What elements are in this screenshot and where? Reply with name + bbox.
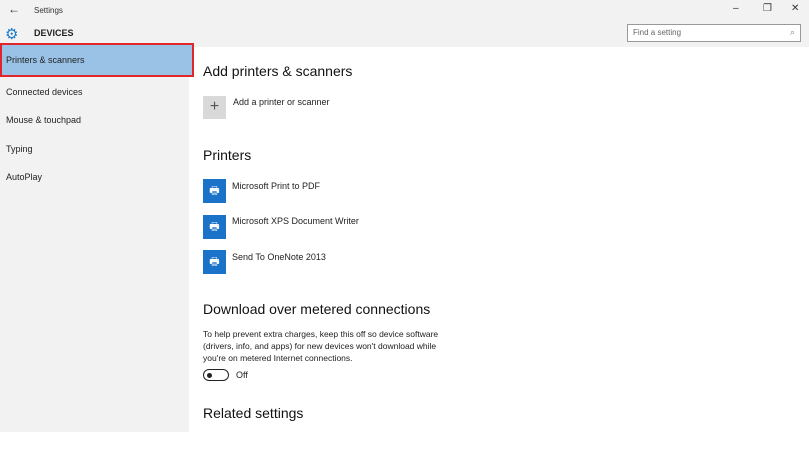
metered-description: To help prevent extra charges, keep this… (203, 329, 439, 363)
sidebar-item-typing[interactable]: Typing (0, 134, 189, 162)
printer-icon[interactable]: 🖶 (203, 215, 226, 239)
printer-item[interactable]: Microsoft XPS Document Writer (232, 216, 359, 226)
add-printer-button[interactable]: + (203, 96, 226, 119)
title-bar: ← Settings – ❐ ✕ ⚙ DEVICES Find a settin… (0, 0, 809, 47)
printer-item[interactable]: Microsoft Print to PDF (232, 181, 320, 191)
app-title: Settings (34, 6, 63, 15)
printer-icon[interactable]: 🖶 (203, 250, 226, 274)
related-settings-heading: Related settings (203, 405, 304, 421)
minimize-button[interactable]: – (733, 3, 739, 14)
sidebar-item-connected-devices[interactable]: Connected devices (0, 77, 189, 105)
add-printer-label[interactable]: Add a printer or scanner (233, 97, 330, 107)
gear-icon: ⚙ (5, 26, 19, 43)
printers-heading: Printers (203, 147, 252, 163)
plus-icon: + (209, 98, 220, 115)
metered-heading: Download over metered connections (203, 301, 431, 317)
printer-icon[interactable]: 🖶 (203, 179, 226, 203)
section-title: DEVICES (34, 28, 74, 38)
search-placeholder: Find a setting (633, 28, 682, 37)
sidebar: Printers & scanners Connected devices Mo… (0, 43, 194, 432)
toggle-state-label: Off (236, 370, 248, 380)
restore-button[interactable]: ❐ (763, 3, 772, 14)
sidebar-item-autoplay[interactable]: AutoPlay (0, 162, 189, 190)
search-icon[interactable]: ⌕ (790, 27, 795, 38)
back-arrow-icon[interactable]: ← (8, 2, 20, 16)
printer-item[interactable]: Send To OneNote 2013 (232, 252, 326, 262)
close-button[interactable]: ✕ (791, 3, 799, 14)
sidebar-item-printers-scanners[interactable]: Printers & scanners (0, 43, 194, 77)
metered-toggle[interactable] (203, 369, 229, 381)
add-heading: Add printers & scanners (203, 63, 353, 79)
search-input[interactable]: Find a setting ⌕ (627, 24, 801, 42)
sidebar-item-mouse-touchpad[interactable]: Mouse & touchpad (0, 105, 189, 133)
